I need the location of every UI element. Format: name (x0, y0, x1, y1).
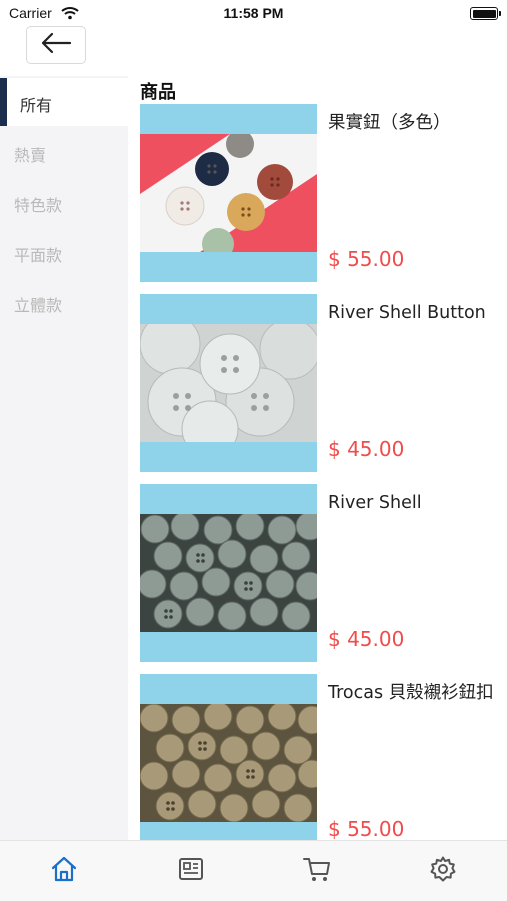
product-price: $ 45.00 (328, 627, 405, 651)
product-card[interactable]: River Shell Button $ 45.00 (140, 294, 505, 472)
product-card[interactable]: River Shell $ 45.00 (140, 484, 505, 662)
product-thumbnail (140, 294, 317, 472)
product-image (140, 514, 317, 632)
back-button[interactable] (26, 26, 86, 64)
tab-bar (0, 840, 507, 901)
product-price: $ 55.00 (328, 817, 405, 840)
product-thumbnail (140, 104, 317, 282)
tab-cart[interactable] (299, 855, 335, 887)
gear-icon (429, 855, 457, 887)
product-name: River Shell Button (328, 303, 486, 323)
product-price: $ 45.00 (328, 437, 405, 461)
product-name: 果實鈕（多色） (328, 113, 451, 133)
sidebar-item-hot[interactable]: 熱賣 (0, 128, 128, 176)
product-list: 商品 果實鈕（多色） $ 55.00 River Shell Button $ … (128, 76, 507, 840)
arrow-left-icon (40, 32, 72, 58)
section-title: 商品 (140, 82, 176, 103)
product-card[interactable]: Trocas 貝殼襯衫鈕扣 $ 55.00 (140, 674, 505, 840)
product-image (140, 704, 317, 822)
sidebar-item-label: 特色款 (14, 196, 63, 215)
home-icon (50, 855, 78, 887)
active-indicator (0, 78, 7, 126)
sidebar-item-featured[interactable]: 特色款 (0, 178, 128, 226)
tab-home[interactable] (46, 855, 82, 887)
sidebar-item-3d[interactable]: 立體款 (0, 278, 128, 326)
product-name: Trocas 貝殼襯衫鈕扣 (328, 683, 494, 703)
tab-news[interactable] (173, 855, 209, 887)
sidebar-item-label: 立體款 (14, 296, 63, 315)
news-icon (177, 855, 205, 887)
status-bar: Carrier 11:58 PM (0, 0, 507, 28)
tab-settings[interactable] (425, 855, 461, 887)
sidebar-item-label: 所有 (20, 96, 53, 115)
product-image (140, 134, 317, 252)
clock: 11:58 PM (223, 5, 284, 21)
product-price: $ 55.00 (328, 247, 405, 271)
battery-icon (470, 7, 501, 20)
sidebar-item-label: 熱賣 (14, 146, 47, 165)
cart-icon (302, 855, 332, 887)
product-image (140, 324, 317, 442)
product-thumbnail (140, 484, 317, 662)
sidebar-item-all[interactable]: 所有 (0, 78, 128, 126)
product-card[interactable]: 果實鈕（多色） $ 55.00 (140, 104, 505, 282)
sidebar-item-label: 平面款 (14, 246, 63, 265)
category-sidebar: 所有 熱賣 特色款 平面款 立體款 (0, 76, 128, 840)
product-thumbnail (140, 674, 317, 840)
sidebar-item-flat[interactable]: 平面款 (0, 228, 128, 276)
product-name: River Shell (328, 493, 422, 513)
